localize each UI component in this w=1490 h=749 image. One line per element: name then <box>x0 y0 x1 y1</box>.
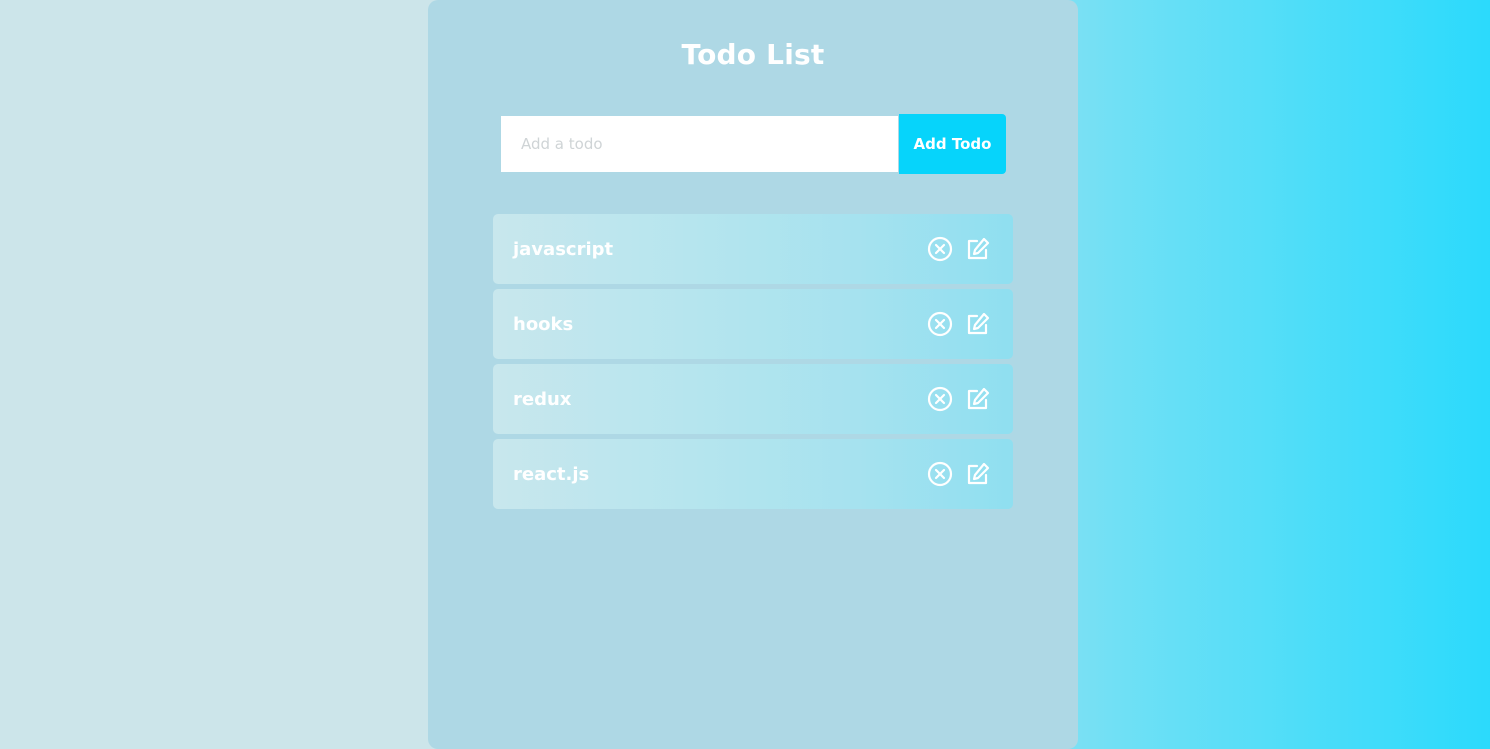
todo-item-actions <box>927 386 991 412</box>
close-circle-icon[interactable] <box>927 311 953 337</box>
todo-item: redux <box>493 364 1013 434</box>
add-todo-button[interactable]: Add Todo <box>899 114 1006 174</box>
todo-form: Add Todo <box>501 114 1006 174</box>
close-circle-icon[interactable] <box>927 236 953 262</box>
edit-icon[interactable] <box>965 236 991 262</box>
todo-item: react.js <box>493 439 1013 509</box>
todo-item: hooks <box>493 289 1013 359</box>
todo-input[interactable] <box>501 116 898 172</box>
edit-icon[interactable] <box>965 461 991 487</box>
todo-item-text: hooks <box>513 313 574 335</box>
todo-app: Todo List Add Todo javascript <box>428 0 1078 749</box>
edit-icon[interactable] <box>965 386 991 412</box>
page-title: Todo List <box>681 38 825 71</box>
todo-item-text: react.js <box>513 463 590 485</box>
close-circle-icon[interactable] <box>927 461 953 487</box>
todo-item-text: redux <box>513 388 572 410</box>
todo-item-actions <box>927 461 991 487</box>
todo-list: javascript hooks redux react.js <box>493 214 1013 514</box>
todo-item: javascript <box>493 214 1013 284</box>
todo-item-actions <box>927 236 991 262</box>
edit-icon[interactable] <box>965 311 991 337</box>
close-circle-icon[interactable] <box>927 386 953 412</box>
todo-item-text: javascript <box>513 238 614 260</box>
todo-item-actions <box>927 311 991 337</box>
